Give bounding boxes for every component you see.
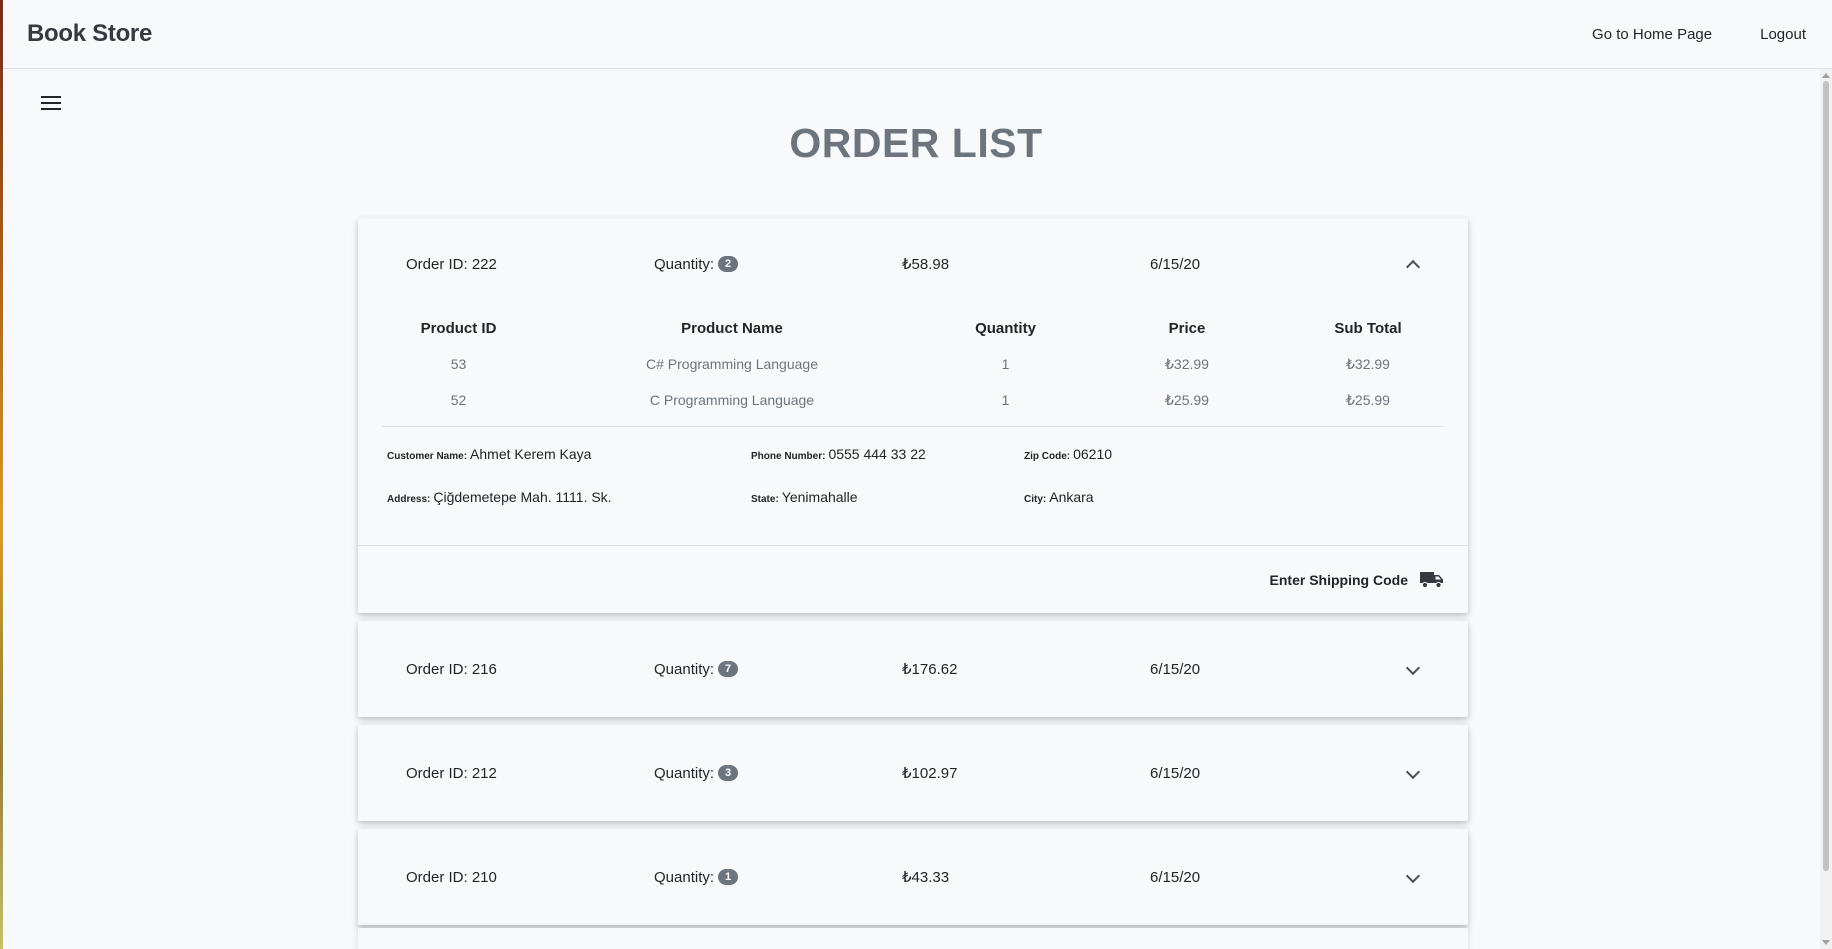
sub-total-cell: ₺25.99 [1346, 391, 1390, 408]
price-cell: ₺32.99 [1165, 355, 1209, 372]
state-value: Yenimahalle [781, 489, 858, 505]
go-to-home-link[interactable]: Go to Home Page [1592, 26, 1712, 43]
order-items-table: Product ID Product Name Quantity Price S… [382, 310, 1444, 418]
order-id: Order ID: 210 [406, 868, 497, 886]
address-value: Çiğdemetepe Mah. 1111. Sk. [433, 489, 612, 505]
order-card: Order ID: 212 Quantity: 3 ₺102.97 6/15/2… [358, 725, 1468, 821]
city-value: Ankara [1049, 489, 1094, 505]
quantity-badge: 1 [718, 869, 739, 885]
product-name-cell: C# Programming Language [646, 356, 818, 372]
scroll-down-arrow-icon[interactable] [1822, 940, 1830, 945]
order-header[interactable]: Order ID: 222 Quantity: 2 ₺58.98 6/15/20 [358, 218, 1468, 310]
logout-link[interactable]: Logout [1760, 26, 1806, 43]
quantity-label: Quantity: [654, 660, 715, 678]
order-quantity: Quantity: 7 [654, 661, 902, 678]
city-label: City: [1024, 494, 1047, 505]
shipping-button-label: Enter Shipping Code [1269, 571, 1408, 588]
table-row: 53 C# Programming Language 1 ₺32.99 ₺32.… [382, 346, 1444, 382]
order-header[interactable]: Order ID: 210 Quantity: 1 ₺43.33 6/15/20 [358, 829, 1468, 925]
order-id: Order ID: 222 [406, 255, 497, 273]
chevron-down-icon[interactable] [1405, 764, 1421, 780]
truck-icon [1420, 571, 1443, 588]
sub-total-cell: ₺32.99 [1346, 355, 1390, 372]
quantity-badge: 7 [718, 661, 739, 677]
quantity-label: Quantity: [654, 255, 715, 273]
customer-info: Customer Name: Ahmet Kerem Kaya Phone Num… [382, 427, 1444, 545]
brand-logo[interactable]: Book Store [27, 20, 152, 48]
order-total: ₺176.62 [902, 661, 958, 678]
phone-number-value: 0555 444 33 22 [828, 446, 926, 462]
order-header[interactable]: Order ID: 216 Quantity: 7 ₺176.62 6/15/2… [358, 621, 1468, 717]
quantity-cell: 1 [1001, 392, 1010, 408]
nav-links: Go to Home Page Logout [1592, 26, 1806, 43]
column-header: Quantity [975, 319, 1036, 337]
quantity-badge: 2 [718, 256, 739, 272]
menu-bar [41, 102, 61, 104]
state: State: Yenimahalle [751, 489, 858, 505]
page-title: ORDER LIST [789, 120, 1043, 166]
order-total: ₺43.33 [902, 869, 950, 886]
order-footer: Enter Shipping Code [358, 545, 1468, 613]
order-card-partial [358, 928, 1468, 949]
city: City: Ankara [1024, 489, 1094, 505]
order-quantity: Quantity: 2 [654, 256, 902, 273]
order-total: ₺102.97 [902, 765, 958, 782]
order-card: Order ID: 222 Quantity: 2 ₺58.98 6/15/20… [358, 218, 1468, 613]
order-details: Product ID Product Name Quantity Price S… [358, 310, 1468, 545]
column-header: Product ID [420, 319, 497, 337]
top-navbar: Book Store Go to Home Page Logout [3, 0, 1832, 69]
order-date: 6/15/20 [1150, 764, 1201, 782]
chevron-down-icon[interactable] [1405, 660, 1421, 676]
order-date: 6/15/20 [1150, 255, 1201, 273]
zip-code-value: 06210 [1073, 446, 1113, 462]
customer-name-value: Ahmet Kerem Kaya [470, 446, 592, 462]
customer-name: Customer Name: Ahmet Kerem Kaya [387, 446, 591, 462]
column-header: Sub Total [1334, 319, 1402, 337]
order-date: 6/15/20 [1150, 868, 1201, 886]
order-total: ₺58.98 [902, 256, 950, 273]
order-header[interactable]: Order ID: 212 Quantity: 3 ₺102.97 6/15/2… [358, 725, 1468, 821]
order-id: Order ID: 216 [406, 660, 497, 678]
table-header-row: Product ID Product Name Quantity Price S… [382, 310, 1444, 346]
order-quantity: Quantity: 3 [654, 765, 902, 782]
menu-bar [41, 108, 61, 110]
hamburger-menu-icon[interactable] [40, 94, 62, 112]
quantity-badge: 3 [718, 765, 739, 781]
phone-number-label: Phone Number: [751, 451, 826, 462]
page-scrollbar[interactable] [1820, 69, 1832, 949]
product-name-cell: C Programming Language [649, 392, 815, 408]
product-id-cell: 53 [450, 356, 467, 372]
order-quantity: Quantity: 1 [654, 869, 902, 886]
enter-shipping-code-button[interactable]: Enter Shipping Code [1270, 571, 1444, 589]
scroll-up-arrow-icon[interactable] [1822, 73, 1830, 78]
column-header: Product Name [681, 319, 783, 337]
order-list: Order ID: 222 Quantity: 2 ₺58.98 6/15/20… [358, 218, 1468, 933]
product-id-cell: 52 [450, 392, 467, 408]
menu-bar [41, 96, 61, 98]
zip-code-label: Zip Code: [1024, 451, 1071, 462]
phone-number: Phone Number: 0555 444 33 22 [751, 446, 926, 462]
quantity-label: Quantity: [654, 868, 715, 886]
zip-code: Zip Code: 06210 [1024, 446, 1112, 462]
column-header: Price [1168, 319, 1206, 337]
order-card: Order ID: 210 Quantity: 1 ₺43.33 6/15/20 [358, 829, 1468, 925]
chevron-down-icon[interactable] [1405, 868, 1421, 884]
chevron-up-icon[interactable] [1405, 259, 1421, 275]
quantity-cell: 1 [1001, 356, 1010, 372]
customer-name-label: Customer Name: [387, 451, 468, 462]
address-label: Address: [387, 494, 431, 505]
price-cell: ₺25.99 [1165, 391, 1209, 408]
order-id: Order ID: 212 [406, 764, 497, 782]
state-label: State: [751, 494, 779, 505]
order-date: 6/15/20 [1150, 660, 1201, 678]
table-row: 52 C Programming Language 1 ₺25.99 ₺25.9… [382, 382, 1444, 418]
address: Address: Çiğdemetepe Mah. 1111. Sk. [387, 489, 612, 505]
quantity-label: Quantity: [654, 764, 715, 782]
scrollbar-thumb[interactable] [1823, 81, 1829, 871]
order-card: Order ID: 216 Quantity: 7 ₺176.62 6/15/2… [358, 621, 1468, 717]
